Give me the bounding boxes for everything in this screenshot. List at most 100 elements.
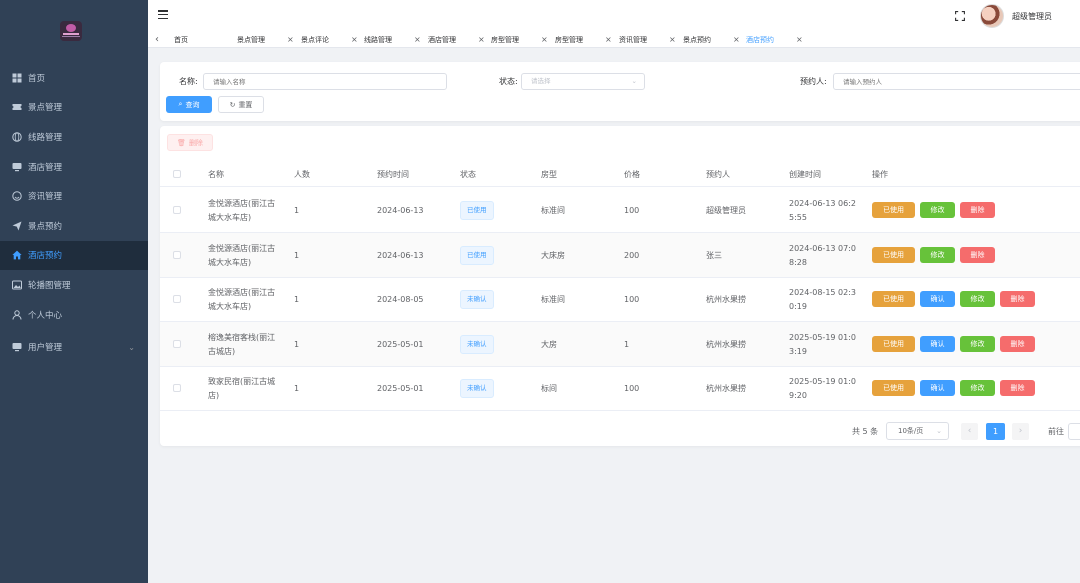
hotel-name-line: 金悦源酒店(丽江古 xyxy=(208,243,276,253)
query-button[interactable]: ⌕ 查询 xyxy=(166,96,212,113)
row-checkbox[interactable] xyxy=(173,339,181,348)
sidebar-item-label: 首页 xyxy=(28,73,46,84)
created-time-line: 8:28 xyxy=(789,257,807,267)
table-row: 榕逸美宿客栈(丽江 古城店) 1 2025-05-01 未确认 大房 1 杭州水果捞 2025-… xyxy=(160,321,1080,367)
goto-page-input[interactable] xyxy=(1068,423,1080,440)
row-checkbox[interactable] xyxy=(173,384,181,392)
monitor-icon xyxy=(12,342,22,352)
user-name[interactable]: 超级管理员 xyxy=(1012,11,1052,22)
delete-button[interactable]: 删除 xyxy=(1000,291,1035,307)
edit-button[interactable]: 修改 xyxy=(920,202,955,218)
people-count: 1 xyxy=(294,250,300,260)
status-badge: 未确认 xyxy=(460,290,494,309)
column-header: 状态 xyxy=(460,170,476,179)
query-button-label: 查询 xyxy=(185,100,200,109)
fullscreen-icon[interactable] xyxy=(955,11,965,21)
sidebar-item-news[interactable]: 资讯管理 xyxy=(0,181,148,211)
mark-used-button[interactable]: 已使用 xyxy=(872,202,915,218)
column-header: 创建时间 xyxy=(789,170,821,179)
sidebar-item-scenic-booking[interactable]: 景点预约 xyxy=(0,211,148,241)
mark-used-button[interactable]: 已使用 xyxy=(872,380,915,396)
monitor-icon xyxy=(12,162,22,172)
sidebar-item-user-management[interactable]: 用户管理 ⌄ xyxy=(0,332,148,362)
edit-button[interactable]: 修改 xyxy=(960,291,995,307)
edit-button[interactable]: 修改 xyxy=(920,246,955,263)
sidebar-item-hotel-booking[interactable]: 酒店预约 xyxy=(0,240,148,271)
delete-button[interactable]: 删除 xyxy=(960,246,995,263)
tab-label: 酒店预约 xyxy=(746,36,774,44)
chevron-down-icon: ⌄ xyxy=(631,77,637,85)
chevron-left-icon[interactable]: ‹ xyxy=(152,34,162,45)
sidebar-item-hotel[interactable]: 酒店管理 xyxy=(0,152,148,182)
sidebar-item-carousel[interactable]: 轮播图管理 xyxy=(0,270,148,300)
close-icon[interactable]: × xyxy=(733,32,740,48)
close-icon[interactable]: × xyxy=(478,32,485,48)
column-header: 名称 xyxy=(208,170,224,179)
mark-used-button[interactable]: 已使用 xyxy=(872,335,915,352)
confirm-button[interactable]: 确认 xyxy=(920,291,955,307)
sidebar-item-profile[interactable]: 个人中心 xyxy=(0,300,148,330)
close-icon[interactable]: × xyxy=(287,32,294,48)
tab-3[interactable]: 线路管理 × xyxy=(364,32,426,48)
name-input[interactable] xyxy=(203,73,447,90)
tab-2[interactable]: 景点评论 × xyxy=(301,32,363,48)
mark-used-button[interactable]: 已使用 xyxy=(872,246,915,263)
sidebar: 首页景点管理 线路管理 酒店管理 资讯管理 景点预约 酒店预约 轮播图管理 个人中心 用户管理 ⌄ xyxy=(0,0,148,583)
status-select[interactable]: 请选择 ⌄ xyxy=(521,73,645,90)
status-badge: 已使用 xyxy=(460,245,494,265)
row-checkbox[interactable] xyxy=(173,295,181,303)
delete-button[interactable]: 删除 xyxy=(1000,335,1035,352)
close-icon[interactable]: × xyxy=(541,32,548,48)
booker-name: 杭州水果捞 xyxy=(706,295,746,304)
hotel-name-line: 金悦源酒店(丽江古 xyxy=(208,288,276,297)
hamburger-icon[interactable] xyxy=(158,10,168,20)
booker-input[interactable] xyxy=(833,73,1080,90)
tab-4[interactable]: 酒店管理 × xyxy=(428,32,490,48)
table-row: 金悦源酒店(丽江古 城大水车店) 1 2024-06-13 已使用 大床房 200 张三 202… xyxy=(160,232,1080,278)
next-page-button[interactable]: › xyxy=(1012,423,1029,440)
row-checkbox[interactable] xyxy=(173,250,181,259)
close-icon[interactable]: × xyxy=(669,32,676,48)
tab-label: 景点管理 xyxy=(237,36,265,44)
tab-8[interactable]: 景点预约 × xyxy=(683,32,745,48)
close-icon[interactable]: × xyxy=(796,32,803,48)
tab-6[interactable]: 房型管理 × xyxy=(555,32,617,48)
edit-button[interactable]: 修改 xyxy=(960,380,995,396)
close-icon[interactable]: × xyxy=(414,32,421,48)
avatar[interactable] xyxy=(980,4,1004,28)
tab-5[interactable]: 房型管理 × xyxy=(491,32,553,48)
select-all-checkbox[interactable] xyxy=(173,170,181,178)
prev-page-button[interactable]: ‹ xyxy=(961,423,978,440)
close-icon[interactable]: × xyxy=(351,32,358,48)
edit-button[interactable]: 修改 xyxy=(960,335,995,352)
page-size-select[interactable]: 10条/页 ⌄ xyxy=(886,422,949,440)
sidebar-item-route[interactable]: 线路管理 xyxy=(0,122,148,152)
reset-button[interactable]: ↻ 重置 xyxy=(218,96,264,113)
tab-1[interactable]: 景点管理 × xyxy=(237,32,299,48)
sidebar-menu: 首页景点管理 线路管理 酒店管理 资讯管理 景点预约 酒店预约 轮播图管理 个人中心 用户管理 ⌄ xyxy=(0,63,148,362)
room-type: 标准间 xyxy=(541,206,565,215)
page-number-current[interactable]: 1 xyxy=(986,423,1005,440)
tab-9[interactable]: 酒店预约 × xyxy=(746,32,808,48)
booking-date: 2024-06-13 xyxy=(377,206,424,215)
chevron-down-icon: ⌄ xyxy=(936,427,942,435)
sidebar-item-home[interactable]: 首页 xyxy=(0,63,148,93)
goto-label: 前往 xyxy=(1048,427,1064,436)
confirm-button[interactable]: 确认 xyxy=(920,380,955,396)
mark-used-button[interactable]: 已使用 xyxy=(872,291,915,307)
sidebar-item-scenic[interactable]: 景点管理 xyxy=(0,93,148,123)
confirm-button[interactable]: 确认 xyxy=(920,335,955,352)
batch-delete-button[interactable]: 🗑 删除 xyxy=(167,134,213,151)
booking-date: 2025-05-01 xyxy=(377,339,424,349)
hotel-name-line: 致家民宿(丽江古城 xyxy=(208,377,276,386)
tab-7[interactable]: 资讯管理 × xyxy=(619,32,681,48)
delete-button[interactable]: 删除 xyxy=(1000,380,1035,396)
hotel-name-line: 店) xyxy=(208,391,220,400)
close-icon[interactable]: × xyxy=(605,32,612,48)
booker-name: 张三 xyxy=(706,250,722,260)
booking-date: 2024-06-13 xyxy=(377,250,424,260)
tab-0[interactable]: 首页 xyxy=(174,32,236,48)
row-checkbox[interactable] xyxy=(173,206,181,214)
created-time-line: 5:55 xyxy=(789,213,807,222)
delete-button[interactable]: 删除 xyxy=(960,202,995,218)
